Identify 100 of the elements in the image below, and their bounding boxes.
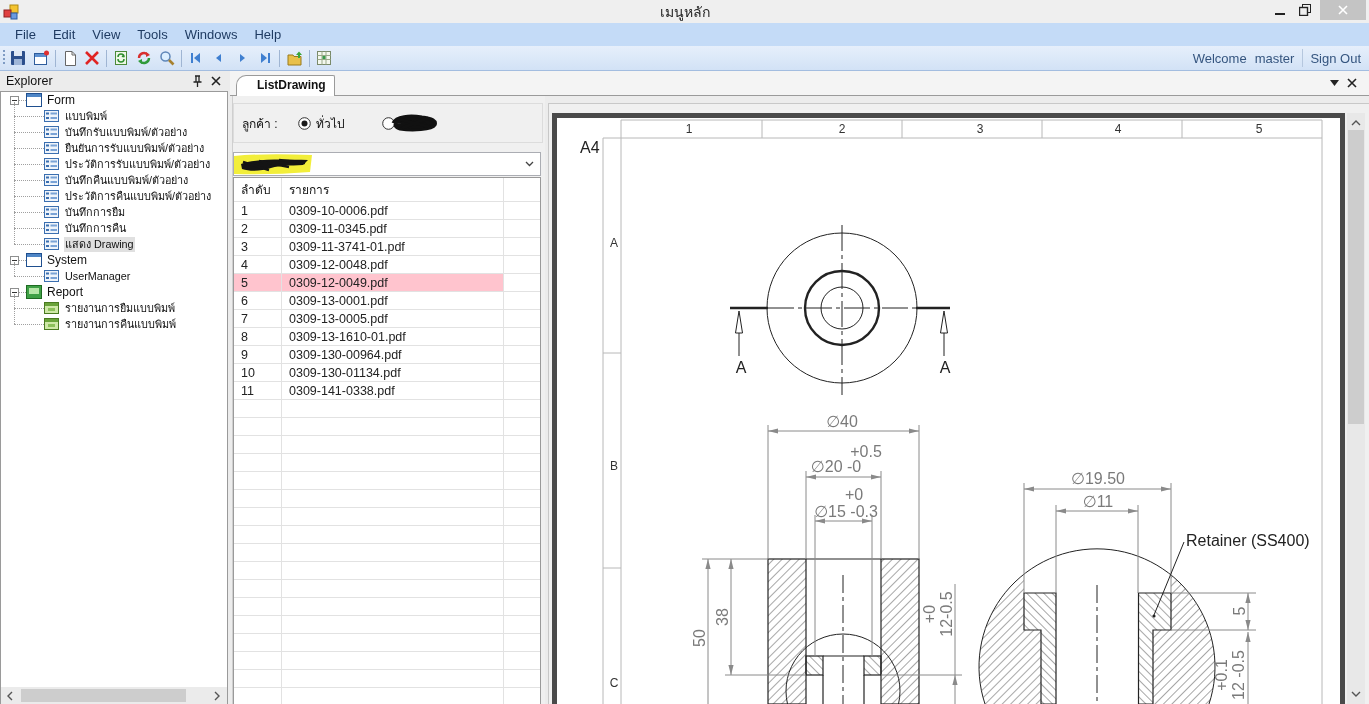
column-header[interactable]: ลำดับ xyxy=(241,180,271,199)
section-label: A xyxy=(735,358,747,376)
table-cell: 0309-12-0048.pdf xyxy=(289,257,388,272)
tree-item[interactable]: แบบพิมพ์ xyxy=(64,108,108,124)
zone-label: A xyxy=(610,236,618,250)
menu-item[interactable]: Windows xyxy=(184,27,238,42)
table-cell: 7 xyxy=(241,311,248,326)
scroll-down-icon[interactable] xyxy=(1351,690,1361,698)
table-cell: 4 xyxy=(241,257,248,272)
menu-item[interactable]: Edit xyxy=(52,27,76,42)
table-cell: 10 xyxy=(241,365,255,380)
tree-item[interactable]: บันทึกคืนแบบพิมพ์/ตัวอย่าง xyxy=(64,172,189,188)
sign-out-link[interactable]: Sign Out xyxy=(1310,50,1361,66)
table-cell: 11 xyxy=(241,383,254,398)
dimension-text: 38 xyxy=(713,608,731,626)
section-arrow xyxy=(916,306,950,357)
list-form-icon xyxy=(44,174,59,186)
close-icon xyxy=(1338,5,1348,15)
spreadsheet-icon[interactable] xyxy=(316,50,332,66)
scroll-left-icon[interactable] xyxy=(6,690,14,701)
radio-label[interactable]: ทั่วไป xyxy=(316,113,345,133)
menu-item[interactable]: Tools xyxy=(137,27,168,42)
dropdown-caret-icon[interactable] xyxy=(1330,80,1339,86)
tree-item[interactable]: บันทึกการคืน xyxy=(64,220,127,236)
radio-button[interactable] xyxy=(382,116,395,130)
folder-arrow-icon[interactable] xyxy=(287,50,303,66)
box-icon xyxy=(44,318,59,330)
menu-item[interactable]: View xyxy=(92,27,121,42)
scrollbar-thumb[interactable] xyxy=(21,689,186,702)
table-cell: 0309-13-0005.pdf xyxy=(289,311,388,326)
search-icon[interactable] xyxy=(159,50,175,66)
tolerance-text: +0 xyxy=(920,604,938,624)
scrollbar-thumb[interactable] xyxy=(1348,130,1364,424)
tree-item[interactable]: แสดง Drawing xyxy=(64,236,135,252)
collapse-icon[interactable] xyxy=(10,95,19,105)
callout-text: Retainer (SS400) xyxy=(1186,531,1310,549)
table-cell: 0309-12-0049.pdf xyxy=(289,275,388,290)
document-tab[interactable]: ListDrawing xyxy=(236,75,335,96)
restore-icon[interactable] xyxy=(1299,4,1311,16)
zone-label: 3 xyxy=(976,122,984,136)
table-cell: 0309-11-0345.pdf xyxy=(289,221,387,236)
table-cell: 6 xyxy=(241,293,248,308)
table-cell: 5 xyxy=(241,275,248,290)
section-label: A xyxy=(939,358,951,376)
document-refresh-icon[interactable] xyxy=(113,50,129,66)
list-form-icon xyxy=(44,110,59,122)
tree-item[interactable]: ประวัติการคืนแบบพิมพ์/ตัวอย่าง xyxy=(64,188,212,204)
close-icon[interactable] xyxy=(211,76,221,86)
list-form-icon xyxy=(44,190,59,202)
refresh-icon[interactable] xyxy=(136,50,152,66)
table-cell: 3 xyxy=(241,239,248,254)
horizontal-scrollbar[interactable] xyxy=(1,687,227,704)
tree-item[interactable]: Report xyxy=(46,284,85,300)
pin-icon[interactable] xyxy=(193,75,202,87)
dimension-text: ∅40 xyxy=(826,412,858,430)
tree-item[interactable]: UserManager xyxy=(64,268,132,284)
section-arrow xyxy=(730,306,768,357)
collapse-icon[interactable] xyxy=(10,255,19,265)
column-header[interactable]: รายการ xyxy=(289,180,329,199)
dimension-text: ∅15 -0.3 xyxy=(814,502,878,520)
toolbar-grip[interactable] xyxy=(3,49,6,67)
collapse-icon[interactable] xyxy=(10,287,19,297)
list-form-icon xyxy=(44,158,59,170)
table-cell: 0309-13-1610-01.pdf xyxy=(289,329,406,344)
menu-item[interactable]: File xyxy=(15,27,36,42)
welcome-text: Welcome xyxy=(1192,50,1247,66)
close-icon[interactable] xyxy=(1347,78,1357,88)
list-form-icon xyxy=(44,142,59,154)
tree-item[interactable]: ประวัติการรับแบบพิมพ์/ตัวอย่าง xyxy=(64,156,211,172)
radio-button[interactable] xyxy=(298,116,311,130)
table-row[interactable]: 5 0309-12-0049.pdf xyxy=(234,274,504,292)
blank-page-icon[interactable] xyxy=(62,50,78,66)
tree-item[interactable]: System xyxy=(46,252,88,268)
tolerance-text: +0.5 xyxy=(850,442,882,460)
list-form-icon xyxy=(44,206,59,218)
vertical-scrollbar[interactable] xyxy=(1347,113,1365,704)
tree-item[interactable]: รายงานการคืนแบบพิมพ์ xyxy=(64,316,177,332)
table-cell: 2 xyxy=(241,221,248,236)
zone-label: 1 xyxy=(685,122,693,136)
tree-item[interactable]: รายงานการยืมแบบพิมพ์ xyxy=(64,300,176,316)
scroll-right-icon[interactable] xyxy=(213,690,221,701)
tree-item[interactable]: บันทึกการยืม xyxy=(64,204,126,220)
list-form-icon xyxy=(44,126,59,138)
sheet-size-label: A4 xyxy=(580,138,600,156)
tree-item[interactable]: บันทึกรับแบบพิมพ์/ตัวอย่าง xyxy=(64,124,188,140)
zone-label: 5 xyxy=(1255,122,1263,136)
dimension-text: ∅20 -0 xyxy=(810,457,862,475)
customer-combobox[interactable] xyxy=(233,152,541,176)
list-form-icon xyxy=(44,222,59,234)
dimension-text: 5 xyxy=(1230,606,1248,616)
tree-item[interactable]: Form xyxy=(46,92,76,108)
menu-item[interactable]: Help xyxy=(254,27,282,42)
tree-item[interactable]: ยืนยันการรับแบบพิมพ์/ตัวอย่าง xyxy=(64,140,205,156)
delete-icon[interactable] xyxy=(84,50,100,66)
table-cell: 0309-11-3741-01.pdf xyxy=(289,239,405,254)
dimension-text: ∅11 xyxy=(1082,492,1114,510)
panel-icon xyxy=(26,285,42,299)
scroll-up-icon[interactable] xyxy=(1351,119,1361,127)
tolerance-text: +0 xyxy=(844,485,864,503)
window-icon[interactable] xyxy=(33,50,49,66)
